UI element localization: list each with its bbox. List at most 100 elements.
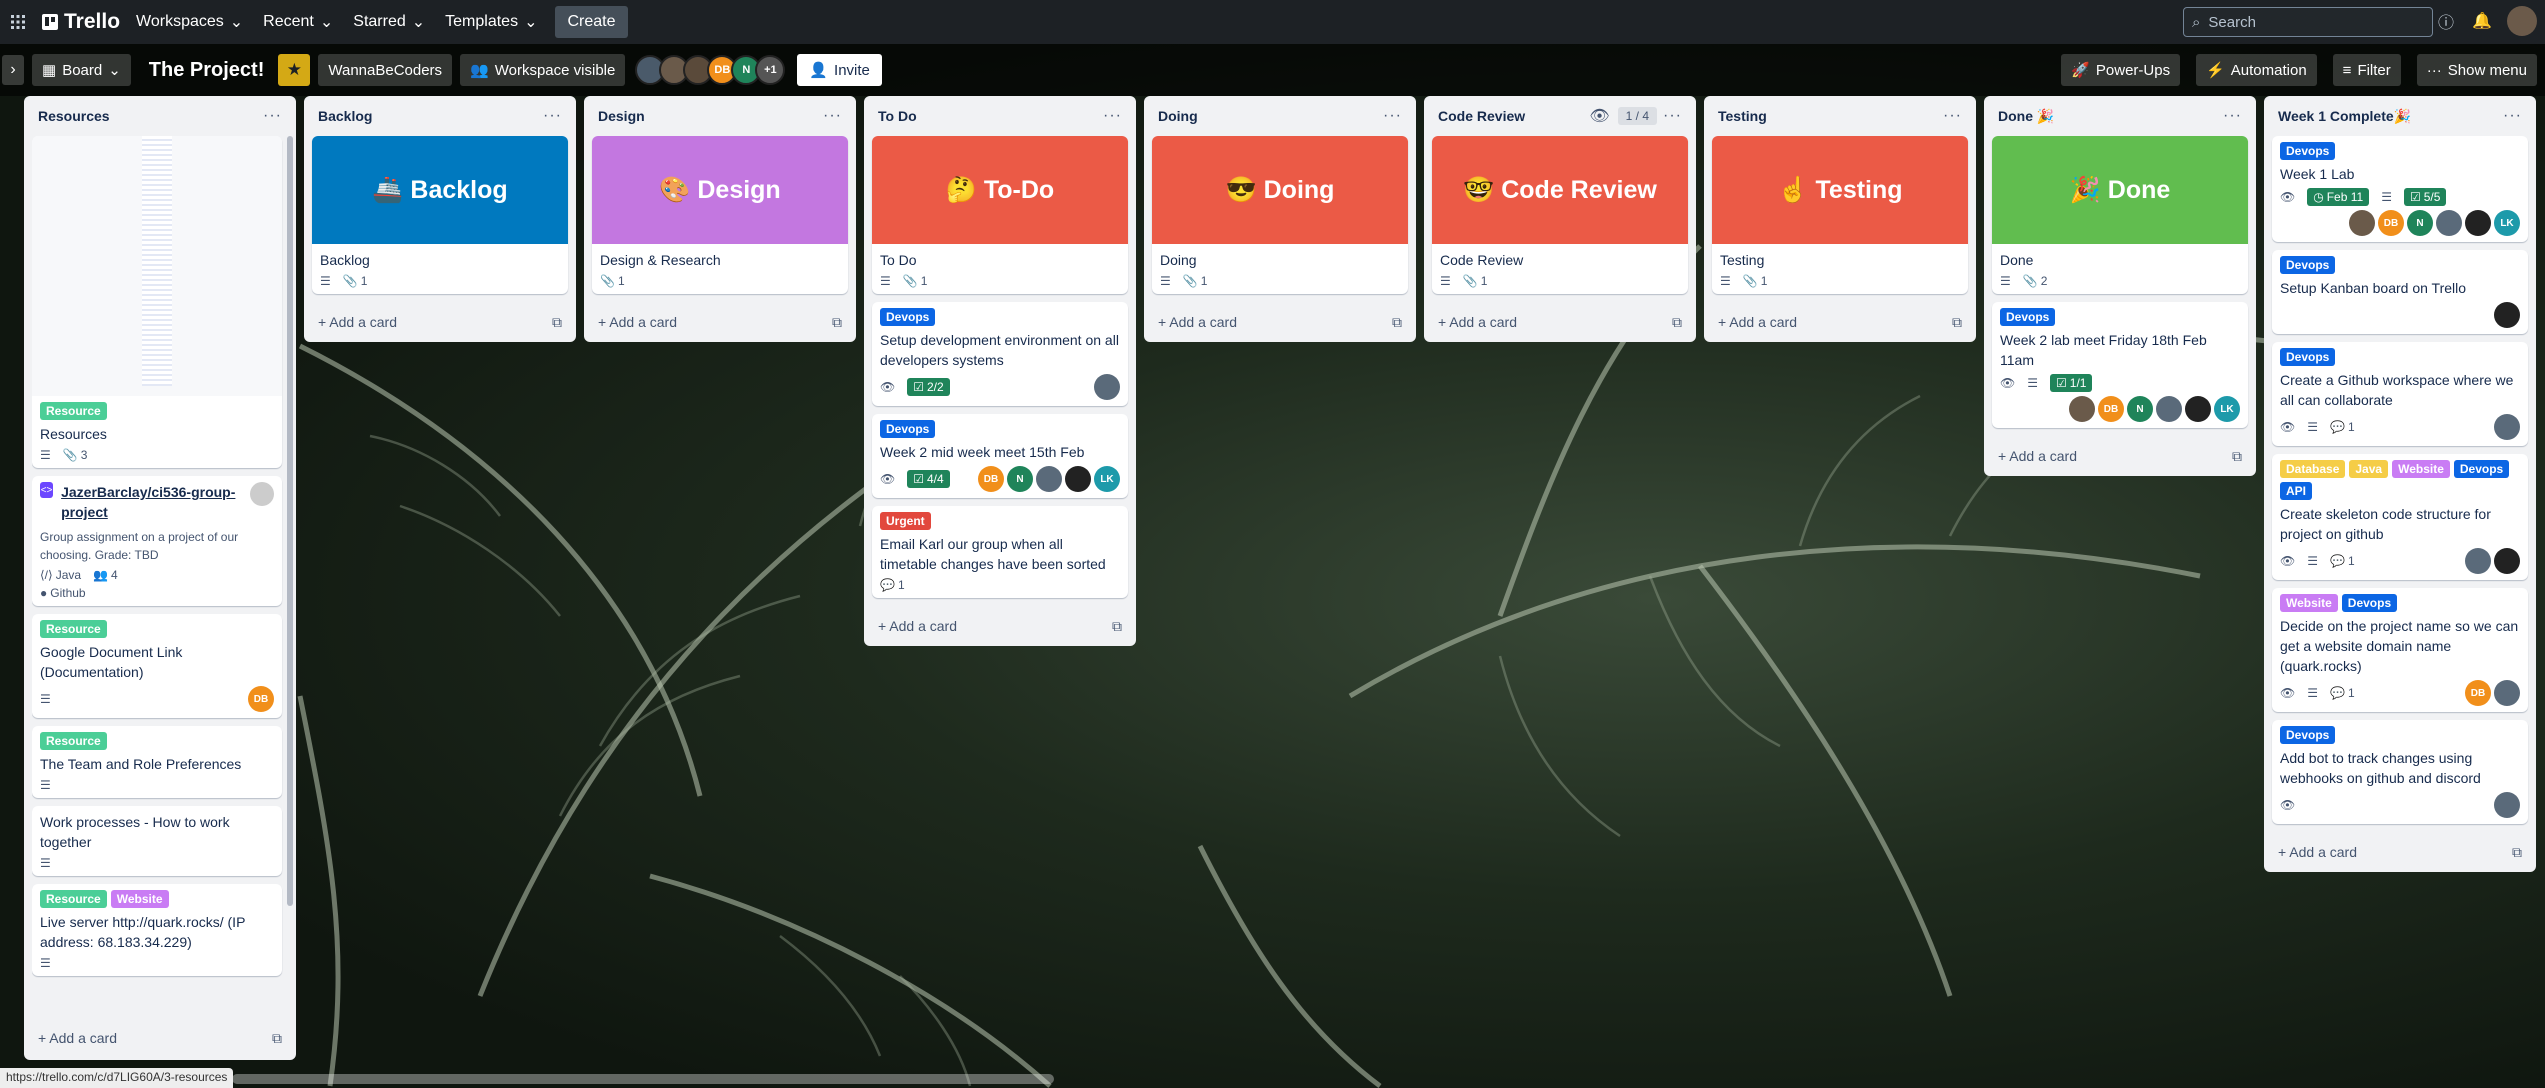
language-label: Java [55,568,82,582]
comment-icon: 💬 [2330,420,2345,434]
template-icon[interactable]: ⧉ [1392,314,1402,331]
template-icon[interactable]: ⧉ [1952,314,1962,331]
label-devops: Devops [880,308,936,326]
add-card-button[interactable]: + Add a card ⧉ [1712,302,1968,342]
workspaces-menu[interactable]: Workspaces ⌄ [126,6,253,38]
card[interactable]: ☝️ Testing Testing ☰ 📎 1 [1712,136,1968,294]
card[interactable]: Resource Google Document Link (Documenta… [32,614,282,718]
board-title[interactable]: The Project! [143,59,271,82]
add-card-button[interactable]: + Add a card ⧉ [1432,302,1688,342]
card[interactable]: Devops Week 1 Lab 👁 ◷ Feb 11 ☰ ☑ 5/5 DB N LK [2272,136,2528,242]
list-menu-icon[interactable]: ··· [1103,107,1122,125]
card[interactable]: Resource The Team and Role Preferences ☰ [32,726,282,798]
card[interactable]: 😎 Doing Doing ☰ 📎 1 [1152,136,1408,294]
more-members-badge[interactable]: +1 [755,55,786,85]
show-menu-button[interactable]: ··· Show menu [2416,54,2537,86]
starred-menu[interactable]: Starred ⌄ [343,6,435,38]
automation-button[interactable]: ⚡ Automation [2196,54,2317,86]
card[interactable]: Resource Website Live server http://quark… [32,884,282,976]
template-icon[interactable]: ⧉ [1672,314,1682,331]
template-icon[interactable]: ⧉ [552,314,562,331]
document-thumbnail [142,136,172,386]
clock-icon: ◷ [2313,190,2324,204]
user-avatar[interactable] [2507,6,2537,36]
list-menu-icon[interactable]: ··· [2223,107,2242,125]
description-icon: ☰ [2027,376,2038,390]
card[interactable]: <> JazerBarclay/ci536-group-project Group… [32,476,282,606]
card[interactable]: Devops Add bot to track changes using we… [2272,720,2528,824]
label-devops: Devops [2280,256,2336,274]
list-title[interactable]: Week 1 Complete🎉 [2278,108,2411,125]
card[interactable]: 🎉 Done Done ☰ 📎 2 [1992,136,2248,294]
template-icon[interactable]: ⧉ [272,1030,282,1047]
paperclip-icon: 📎 [600,274,615,288]
trello-logo[interactable]: Trello [36,6,126,38]
templates-menu[interactable]: Templates ⌄ [435,6,547,38]
create-button[interactable]: Create [555,6,628,38]
add-card-button[interactable]: + Add a card ⧉ [1992,436,2248,476]
invite-button[interactable]: 👤 Invite [797,54,882,86]
add-card-button[interactable]: + Add a card ⧉ [2272,832,2528,872]
list-menu-icon[interactable]: ··· [1383,107,1402,125]
card[interactable]: Urgent Email Karl our group when all tim… [872,506,1128,598]
add-card-button[interactable]: + Add a card ⧉ [32,1018,288,1058]
card[interactable]: Devops Week 2 lab meet Friday 18th Feb 1… [1992,302,2248,428]
star-icon[interactable]: ★ [278,54,311,86]
list-title[interactable]: Design [598,108,645,124]
filter-button[interactable]: ≡ Filter [2332,54,2401,86]
add-card-button[interactable]: + Add a card ⧉ [872,606,1128,646]
list-title[interactable]: Backlog [318,108,372,124]
list-scrollbar[interactable] [287,136,293,906]
add-card-button[interactable]: + Add a card ⧉ [592,302,848,342]
notification-bell-icon[interactable]: 🔔 [2471,10,2493,32]
list-title[interactable]: Doing [1158,108,1198,124]
card[interactable]: 🎨 Design Design & Research 📎 1 [592,136,848,294]
checkbox-icon: ☑ [913,380,924,394]
board-view-switcher[interactable]: ▦ Board ⌄ [32,54,131,86]
add-card-button[interactable]: + Add a card ⧉ [312,302,568,342]
recent-menu[interactable]: Recent ⌄ [253,6,343,38]
search-input[interactable]: ⌕ Search [2183,7,2433,37]
label-website: Website [2392,460,2450,478]
description-icon: ☰ [40,778,51,792]
template-icon[interactable]: ⧉ [832,314,842,331]
list-title[interactable]: Done 🎉 [1998,108,2054,125]
list-title[interactable]: Resources [38,108,110,124]
list-title[interactable]: To Do [878,108,917,124]
add-card-button[interactable]: + Add a card ⧉ [1152,302,1408,342]
info-icon[interactable]: ⓘ [2435,10,2457,32]
checklist-count: 4/4 [927,472,944,486]
repo-link[interactable]: JazerBarclay/ci536-group-project [61,482,242,522]
template-icon[interactable]: ⧉ [2512,844,2522,861]
card[interactable]: Devops Setup Kanban board on Trello [2272,250,2528,334]
card[interactable]: 🚢 Backlog Backlog ☰ 📎 1 [312,136,568,294]
list-menu-icon[interactable]: ··· [543,107,562,125]
list-title[interactable]: Code Review [1438,108,1525,124]
list-menu-icon[interactable]: ··· [263,107,282,125]
template-icon[interactable]: ⧉ [2232,448,2242,465]
card[interactable]: Website Devops Decide on the project name… [2272,588,2528,712]
card[interactable]: Work processes - How to work together ☰ [32,806,282,876]
powerups-button[interactable]: 🚀 Power-Ups [2061,54,2181,86]
card-title: Work processes - How to work together [40,814,230,850]
template-icon[interactable]: ⧉ [1112,618,1122,635]
board-horizontal-scrollbar[interactable] [232,1074,1054,1084]
list-menu-icon[interactable]: ··· [1943,107,1962,125]
card[interactable]: 🤓 Code Review Code Review ☰ 📎 1 [1432,136,1688,294]
card[interactable]: Database Java Website Devops API Create skel… [2272,454,2528,580]
workspace-button[interactable]: WannaBeCoders [318,54,453,86]
visibility-button[interactable]: 👥 Workspace visible [460,54,626,86]
card[interactable]: Resource Resources ☰ 📎 3 [32,136,282,468]
card[interactable]: Devops Week 2 mid week meet 15th Feb 👁 ☑ 4… [872,414,1128,498]
list-menu-icon[interactable]: ··· [1663,107,1682,125]
card[interactable]: Devops Create a Github workspace where w… [2272,342,2528,446]
sidebar-toggle-button[interactable]: › [2,55,24,85]
list-menu-icon[interactable]: ··· [823,107,842,125]
card[interactable]: Devops Setup development environment on … [872,302,1128,406]
checklist-badge: ☑ 2/2 [907,378,950,396]
list-title[interactable]: Testing [1718,108,1767,124]
label-devops: Devops [2341,594,2398,612]
apps-grid-icon[interactable] [0,6,36,38]
card[interactable]: 🤔 To-Do To Do ☰ 📎 1 [872,136,1128,294]
list-menu-icon[interactable]: ··· [2503,107,2522,125]
